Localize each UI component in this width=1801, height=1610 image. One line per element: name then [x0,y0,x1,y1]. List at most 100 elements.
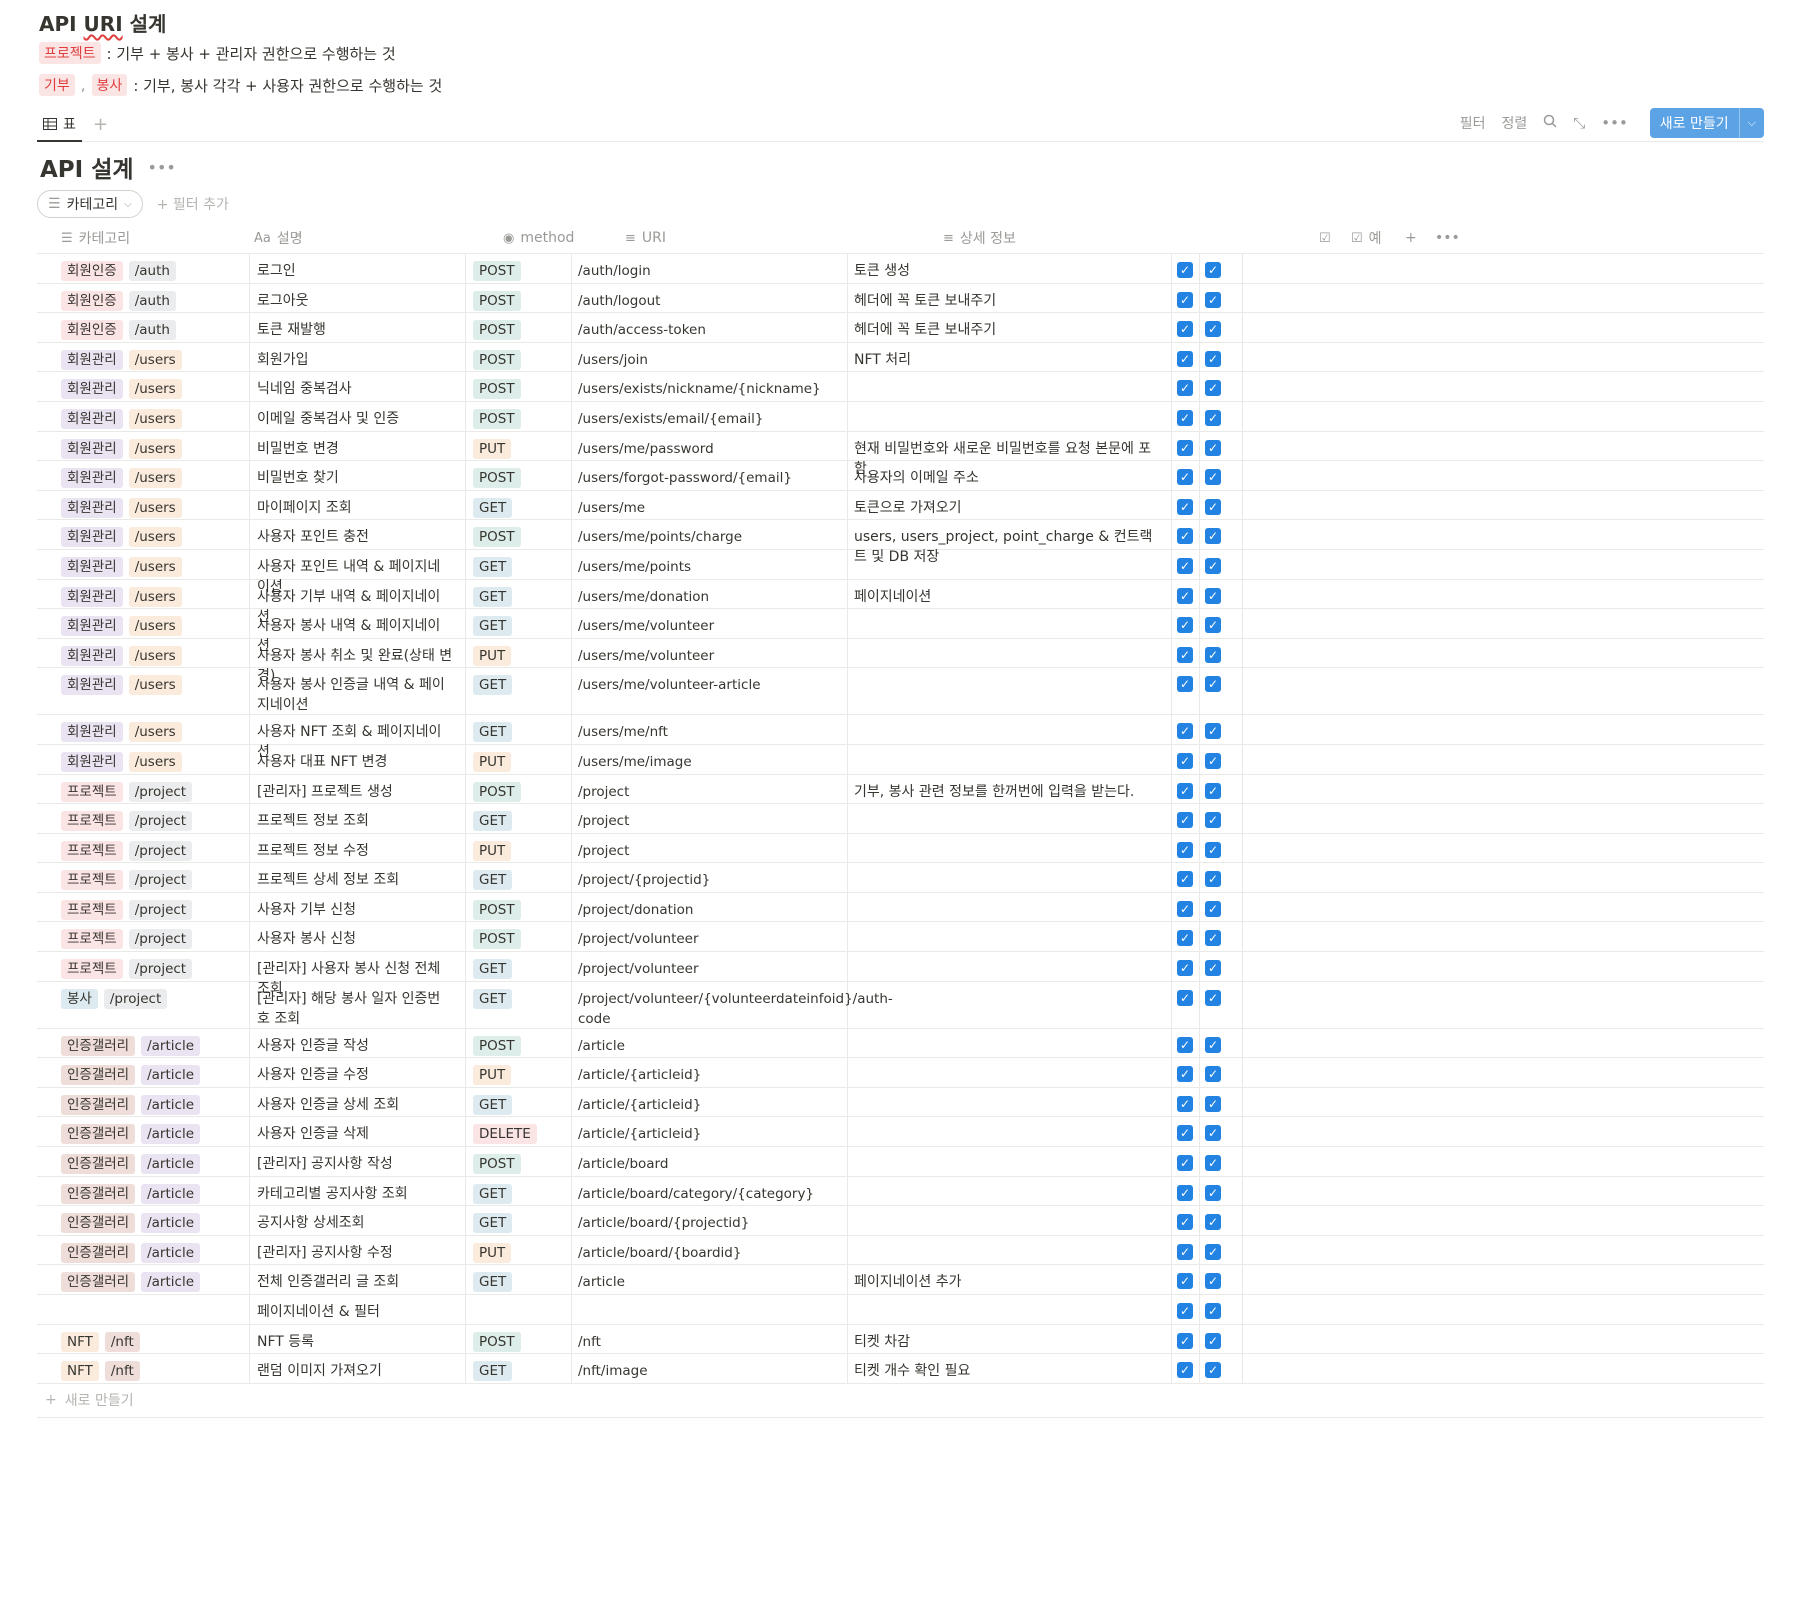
category-cell[interactable]: 인증갤러리/article [61,1088,247,1117]
table-row[interactable]: 페이지네이션 & 필터 ✓ ✓ [37,1295,1764,1325]
table-row[interactable]: 프로젝트/project 프로젝트 정보 수정 PUT/project ✓ ✓ [37,833,1764,864]
column-header-detail[interactable]: ≡ 상세 정보 [943,222,1016,254]
category-cell[interactable]: 회원관리/users [61,520,247,549]
detail-cell[interactable] [854,1295,1170,1324]
table-row[interactable]: 회원인증/auth 로그인 POST/auth/login 토큰 생성 ✓ ✓ [37,254,1764,284]
checkbox-1[interactable]: ✓ [1177,871,1193,888]
detail-cell[interactable] [854,982,1170,1028]
description-cell[interactable]: [관리자] 해당 봉사 일자 인증번호 조회 [257,982,463,1028]
add-view-icon[interactable]: + [93,114,108,135]
category-cell[interactable]: 인증갤러리/article [61,1029,247,1058]
checkbox-2[interactable]: ✓ [1205,1332,1221,1349]
uri-cell[interactable]: /article/{articleid} [578,1117,844,1146]
checkbox-1[interactable]: ✓ [1177,439,1193,456]
table-row[interactable]: 회원관리/users 사용자 포인트 내역 & 페이지네이션 GET/users/m… [37,549,1764,595]
uri-cell[interactable]: /users/exists/email/{email} [578,402,844,431]
category-cell[interactable]: 회원관리/users [61,372,247,401]
checkbox-2[interactable]: ✓ [1205,900,1221,917]
category-cell[interactable]: 회원관리/users [61,745,247,774]
add-column-icon[interactable]: + [1405,222,1417,254]
description-cell[interactable]: NFT 등록 [257,1325,463,1354]
checkbox-1[interactable]: ✓ [1177,1214,1193,1231]
category-cell[interactable]: 회원관리/users [61,609,247,638]
detail-cell[interactable] [854,1029,1170,1058]
detail-cell[interactable] [854,1177,1170,1206]
table-row[interactable]: 인증갤러리/article 공지사항 상세조회 GET/article/board/… [37,1206,1764,1236]
detail-cell[interactable] [854,1206,1170,1235]
checkbox-2[interactable]: ✓ [1205,676,1221,693]
table-row[interactable]: 회원관리/users 사용자 포인트 충전 POST/users/me/points… [37,520,1764,565]
table-row[interactable]: 인증갤러리/article 사용자 인증글 수정 PUT/article/{arti… [37,1058,1764,1088]
category-cell[interactable]: 인증갤러리/article [61,1177,247,1206]
checkbox-1[interactable]: ✓ [1177,841,1193,858]
category-cell[interactable]: 프로젝트/project [61,893,247,922]
checkbox-1[interactable]: ✓ [1177,1332,1193,1349]
uri-cell[interactable]: /users/me/points/charge [578,520,844,549]
category-cell[interactable]: 회원인증/auth [61,284,247,313]
checkbox-1[interactable]: ✓ [1177,812,1193,829]
table-row[interactable]: 인증갤러리/article [관리자] 공지사항 작성 POST/article/b… [37,1147,1764,1177]
table-row[interactable]: 회원관리/users 사용자 봉사 내역 & 페이지네이션 GET/users/me… [37,609,1764,654]
checkbox-1[interactable]: ✓ [1177,1184,1193,1201]
category-cell[interactable]: 프로젝트/project [61,952,247,981]
uri-cell[interactable]: /article/{articleid} [578,1088,844,1117]
description-cell[interactable]: 사용자 대표 NFT 변경 [257,745,463,774]
database-more-icon[interactable]: ••• [148,158,176,177]
checkbox-2[interactable]: ✓ [1205,1125,1221,1142]
checkbox-2[interactable]: ✓ [1205,1243,1221,1260]
detail-cell[interactable]: 페이지네이션 [854,580,1170,609]
detail-cell[interactable] [854,1147,1170,1176]
detail-cell[interactable] [854,922,1170,951]
category-cell[interactable]: 회원관리/users [61,491,247,520]
uri-cell[interactable] [578,1295,844,1324]
checkbox-2[interactable]: ✓ [1205,1036,1221,1053]
table-row[interactable]: 프로젝트/project 프로젝트 정보 조회 GET/project ✓ ✓ [37,804,1764,834]
method-cell[interactable]: PUT [473,1058,569,1087]
checkbox-1[interactable]: ✓ [1177,1036,1193,1053]
description-cell[interactable]: 사용자 포인트 충전 [257,520,463,549]
checkbox-2[interactable]: ✓ [1205,262,1221,278]
checkbox-1[interactable]: ✓ [1177,930,1193,947]
description-cell[interactable]: 회원가입 [257,343,463,372]
uri-cell[interactable]: /project/donation [578,893,844,922]
checkbox-2[interactable]: ✓ [1205,1066,1221,1083]
checkbox-1[interactable]: ✓ [1177,989,1193,1006]
checkbox-1[interactable]: ✓ [1177,262,1193,278]
checkbox-1[interactable]: ✓ [1177,498,1193,515]
checkbox-1[interactable]: ✓ [1177,1303,1193,1319]
table-row[interactable]: 회원관리/users 회원가입 POST/users/join NFT 처리 ✓ ✓ [37,342,1764,373]
uri-cell[interactable]: /article/board/category/{category} [578,1177,844,1206]
description-cell[interactable]: 사용자 봉사 인증글 내역 & 페이지네이션 [257,668,463,714]
category-cell[interactable]: 회원관리/users [61,550,247,579]
checkbox-2[interactable]: ✓ [1205,498,1221,515]
uri-cell[interactable]: /project/volunteer/{volunteerdateinfoid}… [578,982,893,1028]
method-cell[interactable]: GET [473,609,569,638]
description-cell[interactable]: 사용자 포인트 내역 & 페이지네이션 [257,550,463,595]
checkbox-1[interactable]: ✓ [1177,1273,1193,1290]
category-cell[interactable]: NFT/nft [61,1354,247,1383]
detail-cell[interactable] [854,893,1170,922]
category-cell[interactable]: 봉사/project [61,982,247,1028]
method-cell[interactable]: PUT [473,745,569,774]
checkbox-1[interactable]: ✓ [1177,1066,1193,1083]
category-cell[interactable]: 인증갤러리/article [61,1117,247,1146]
checkbox-1[interactable]: ✓ [1177,676,1193,693]
checkbox-2[interactable]: ✓ [1205,439,1221,456]
table-row[interactable]: 프로젝트/project [관리자] 프로젝트 생성 POST/project 기부,… [37,774,1764,805]
detail-cell[interactable]: 티켓 개수 확인 필요 [854,1354,1170,1383]
category-cell[interactable]: 인증갤러리/article [61,1236,247,1265]
detail-cell[interactable]: 토큰으로 가져오기 [854,491,1170,520]
table-row[interactable]: 회원관리/users 닉네임 중복검사 POST/users/exists/nick… [37,372,1764,402]
detail-cell[interactable] [854,668,1170,714]
category-cell[interactable]: 회원관리/users [61,715,247,744]
detail-cell[interactable]: NFT 처리 [854,343,1170,372]
checkbox-1[interactable]: ✓ [1177,723,1193,740]
checkbox-1[interactable]: ✓ [1177,900,1193,917]
checkbox-2[interactable]: ✓ [1205,930,1221,947]
category-cell[interactable]: 회원관리/users [61,432,247,461]
detail-cell[interactable] [854,952,1170,981]
description-cell[interactable]: 토큰 재발행 [257,313,463,342]
description-cell[interactable]: 사용자 봉사 내역 & 페이지네이션 [257,609,463,654]
method-cell[interactable]: GET [473,550,569,579]
method-cell[interactable]: POST [473,284,569,313]
